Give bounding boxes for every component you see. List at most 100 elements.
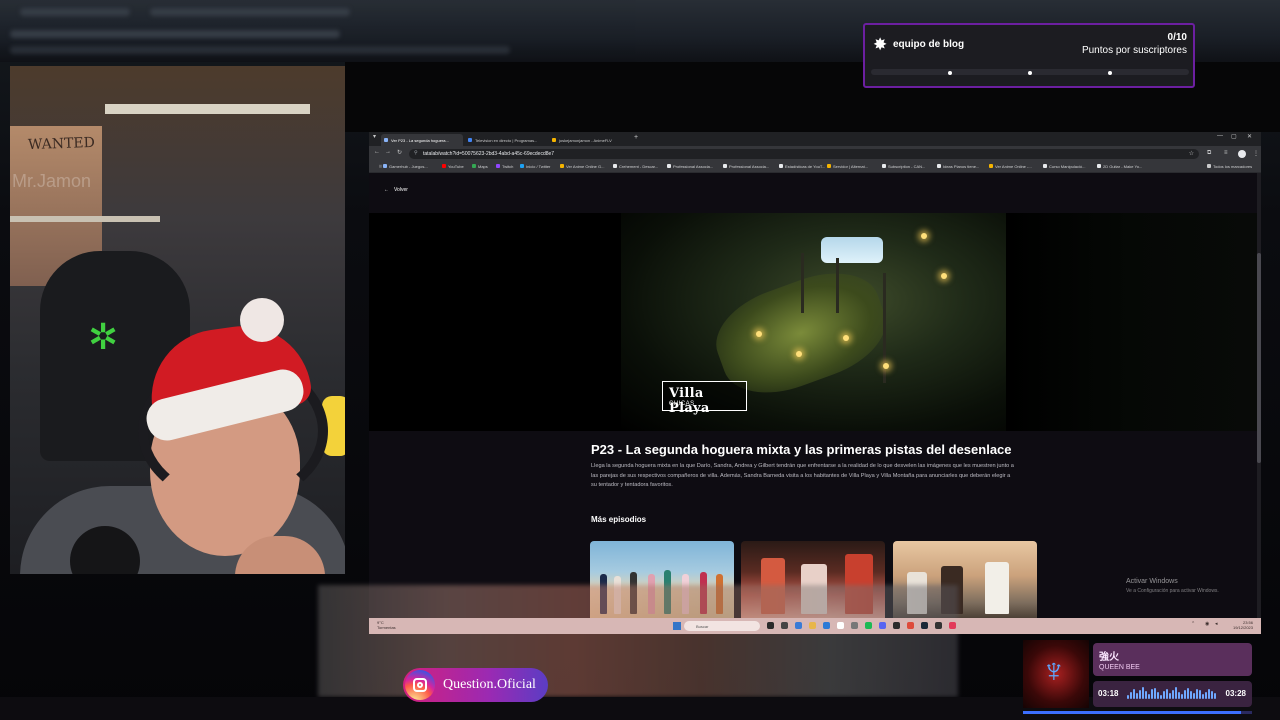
maximize-icon[interactable]: ▢ [1231, 133, 1237, 140]
waveform-bar [1205, 692, 1207, 699]
profile-avatar[interactable] [1238, 150, 1246, 158]
bookmark-item[interactable]: YouTube [442, 164, 464, 169]
waveform-bar [1133, 689, 1135, 699]
menu-icon[interactable]: ⋮ [1253, 150, 1259, 157]
back-arrow-icon[interactable]: ← [374, 149, 380, 155]
windows-taskbar: 9°C Tormentas Buscar ⌃ ◉ ◂ 23:56 19/12/2… [369, 618, 1261, 634]
star-badge-icon: ✸ [873, 35, 888, 54]
episode-preview-image[interactable]: Villa Playa CHICAS [621, 213, 1006, 431]
bookmark-item[interactable]: Estadísticas de YouT... [779, 164, 825, 169]
apps-grid-icon[interactable]: ⠿ [373, 164, 382, 169]
obs-icon[interactable] [893, 622, 900, 629]
bookmark-item[interactable]: Crehement - Descar... [613, 164, 658, 169]
chrome-icon[interactable] [795, 622, 802, 629]
show-logo: Villa Playa CHICAS [662, 381, 747, 416]
waveform-bar [1193, 693, 1195, 699]
waveform-bar [1157, 692, 1159, 699]
minimize-icon[interactable]: — [1217, 133, 1223, 139]
weather-widget[interactable]: 9°C Tormentas [377, 620, 396, 630]
album-art-icon: ♆ [1041, 652, 1067, 690]
bookmark-item[interactable]: Curso Manipulació... [1043, 164, 1085, 169]
waveform-bar [1142, 687, 1144, 699]
sidebar-icon[interactable]: ≡ [1224, 150, 1228, 156]
site-info-icon[interactable]: ⚲ [414, 150, 418, 156]
taskbar-search[interactable]: Buscar [684, 621, 760, 631]
close-icon[interactable]: ✕ [1247, 133, 1252, 140]
bookmark-item[interactable]: Maps [472, 164, 488, 169]
bookmark-item[interactable]: Subscription - CAN... [882, 164, 925, 169]
app-icon[interactable] [949, 622, 956, 629]
bookmark-item[interactable]: Professional Associa... [723, 164, 769, 169]
tab-television[interactable]: Television en directo | Programas... [465, 134, 547, 146]
page-scrollbar[interactable] [1257, 173, 1261, 618]
waveform-bar [1175, 687, 1177, 699]
bookmark-item[interactable]: Twitch [496, 164, 513, 169]
palm-tree [801, 253, 804, 313]
forward-arrow-icon[interactable]: → [385, 149, 391, 155]
blurred-tab [150, 8, 350, 16]
file-explorer-icon[interactable] [809, 622, 816, 629]
waveform-bar [1163, 691, 1165, 699]
bookmark-item[interactable]: Professional Associa... [667, 164, 713, 169]
tab-search-icon[interactable]: ▾ [373, 133, 376, 140]
video-detail-page: ← Volver Villa Playa CHICAS P23 - La seg… [369, 173, 1257, 618]
goal-count: 0/10 [1167, 32, 1187, 43]
bookmark-item[interactable]: 2D Guitar - Make Yo... [1097, 164, 1142, 169]
waveform-bar [1172, 690, 1174, 699]
bookmark-item[interactable]: Ver Anime Online -... [989, 164, 1032, 169]
all-bookmarks-folder[interactable]: Todos los marcadores [1207, 164, 1252, 169]
reload-icon[interactable]: ↻ [397, 149, 402, 156]
blurred-toolbar [10, 30, 340, 38]
blurred-tab [20, 8, 130, 16]
volume-icon[interactable]: ◂ [1215, 621, 1218, 627]
bookmark-item[interactable]: Inicio / Twitter [520, 164, 550, 169]
song-title: 強火 [1099, 652, 1119, 663]
discord-icon[interactable] [879, 622, 886, 629]
back-button[interactable]: ← Volver [384, 187, 408, 193]
tab-animeflv[interactable]: joskejamonjamon - AnimeFLV [549, 134, 631, 146]
tab-favicon-icon [552, 138, 556, 142]
new-tab-icon[interactable]: + [634, 134, 638, 141]
tab-favicon-icon [468, 138, 472, 142]
task-view-icon[interactable] [767, 622, 774, 629]
extensions-icon[interactable]: ⧉ [1207, 150, 1211, 157]
goal-team-label: equipo de blog [893, 39, 965, 50]
app-icon[interactable] [935, 622, 942, 629]
spotify-icon[interactable] [865, 622, 872, 629]
bookmark-item[interactable]: Ideas Pianos tiene... [937, 164, 979, 169]
audio-waveform [1127, 687, 1219, 701]
tab-villa-playa[interactable]: Ver P23 - La segunda hoguera... [381, 134, 463, 146]
app-icon[interactable] [907, 622, 914, 629]
goal-milestone-dot [1028, 71, 1032, 75]
bookmark-item[interactable]: Gamerhub - Juegos... [383, 164, 428, 169]
tab-strip: ▾ Ver P23 - La segunda hoguera... Televi… [369, 132, 1261, 146]
bookmark-item[interactable]: Servidor | Alternat... [827, 164, 868, 169]
bookmark-star-icon[interactable]: ☆ [1189, 150, 1194, 157]
hero-fade [1006, 213, 1257, 431]
address-bar[interactable]: ⚲ tatalab/watch?id=50075623-2bd3-4abd-a4… [409, 149, 1199, 159]
network-icon[interactable]: ◉ [1205, 621, 1209, 627]
waveform-bar [1151, 689, 1153, 699]
widgets-icon[interactable] [781, 622, 788, 629]
app-icon[interactable] [837, 622, 844, 629]
activate-windows-subtitle: Ve a Configuración para activar Windows. [1126, 588, 1219, 594]
waveform-bar [1154, 688, 1156, 699]
waveform-bar [1184, 690, 1186, 699]
scrollbar-thumb[interactable] [1257, 253, 1261, 463]
steam-icon[interactable] [921, 622, 928, 629]
store-icon[interactable] [823, 622, 830, 629]
instagram-badge: Question.Oficial [403, 668, 548, 702]
app-icon[interactable] [851, 622, 858, 629]
system-clock[interactable]: 23:56 19/12/2023 [1233, 620, 1253, 630]
browser-toolbar: ← → ↻ ⚲ tatalab/watch?id=50075623-2bd3-4… [369, 146, 1261, 162]
start-button-icon[interactable] [673, 622, 681, 630]
waveform-bar [1214, 693, 1216, 699]
goal-milestone-dot [948, 71, 952, 75]
album-art: ♆ [1023, 640, 1089, 708]
tray-chevron-icon[interactable]: ⌃ [1191, 621, 1195, 627]
song-artist: QUEEN BEE [1099, 664, 1140, 671]
waveform-bar [1166, 689, 1168, 699]
waveform-bar [1178, 692, 1180, 699]
bookmark-item[interactable]: Ver Anime Online G... [560, 164, 604, 169]
garden-light [941, 273, 947, 279]
